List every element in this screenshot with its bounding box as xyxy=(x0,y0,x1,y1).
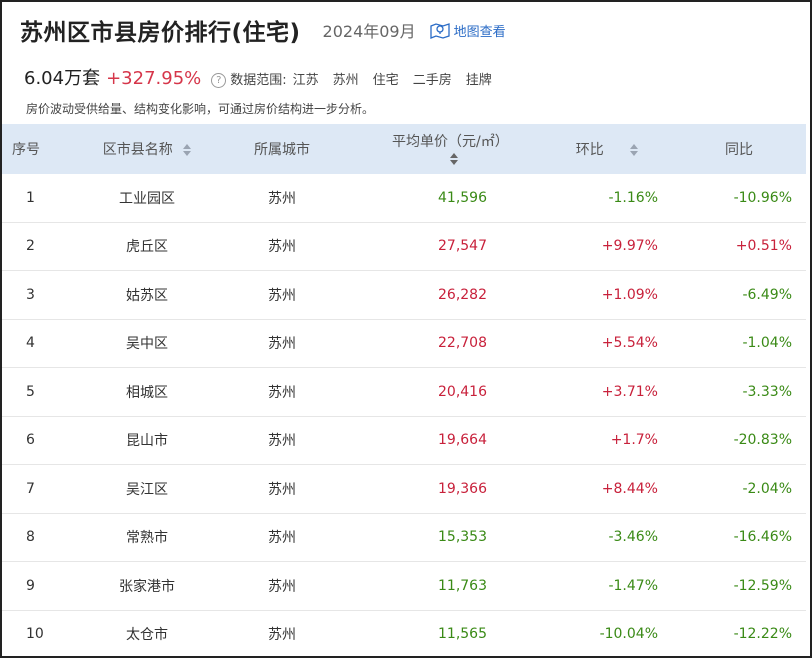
column-header-name[interactable]: 区市县名称 xyxy=(72,124,222,174)
cell-month-change: -1.47% xyxy=(542,561,672,611)
cell-average-price: 11,565 xyxy=(438,626,487,643)
cell-year-change: +0.51% xyxy=(672,222,806,271)
cell-district-name: 昆山市 xyxy=(72,416,222,465)
cell-index: 4 xyxy=(2,319,72,368)
cell-year-change: -3.33% xyxy=(672,367,806,417)
table-row[interactable]: 2 虎丘区 苏州 27,547 +9.97% +0.51% xyxy=(2,222,806,271)
map-pin-icon xyxy=(429,23,450,39)
cell-year-change: -6.49% xyxy=(672,270,806,320)
scope-item-city: 苏州 xyxy=(332,73,359,88)
cell-year-change: -1.04% xyxy=(672,319,806,368)
cell-month-change: +1.7% xyxy=(542,416,672,465)
cell-average-price: 15,353 xyxy=(342,513,542,562)
table-header-row: 序号 区市县名称 所属城市 平均单价（元/㎡） 环比 同比 xyxy=(2,124,806,174)
table-row[interactable]: 5 相城区 苏州 20,416 +3.71% -3.33% xyxy=(2,367,806,417)
cell-year-change: -16.46% xyxy=(672,513,806,562)
cell-year-change: -12.22% xyxy=(733,626,792,643)
cell-month-change: +1.09% xyxy=(542,270,672,320)
column-header-mom[interactable]: 环比 xyxy=(542,124,672,174)
cell-district-name: 姑苏区 xyxy=(72,270,222,320)
cell-year-change: -12.59% xyxy=(672,561,806,611)
cell-year-change: -2.04% xyxy=(672,464,806,514)
cell-city: 苏州 xyxy=(268,627,296,644)
cell-index: 3 xyxy=(2,270,72,320)
sort-icon[interactable] xyxy=(183,144,192,156)
table-row[interactable]: 7 吴江区 苏州 19,366 +8.44% -2.04% xyxy=(2,464,806,514)
cell-month-change: +9.97% xyxy=(542,222,672,271)
cell-month-change: -1.16% xyxy=(542,174,672,223)
cell-city: 苏州 xyxy=(222,464,342,514)
note-text: 房价波动受供给量、结构变化影响，可通过房价结构进一步分析。 xyxy=(26,102,375,116)
cell-month-change: -10.04% xyxy=(599,626,658,643)
table-row[interactable]: 1 工业园区 苏州 41,596 -1.16% -10.96% xyxy=(2,174,806,223)
cell-index: 6 xyxy=(2,416,72,465)
column-header-index: 序号 xyxy=(2,124,72,174)
cell-index: 9 xyxy=(2,561,72,611)
price-change: +327.95% xyxy=(106,68,202,89)
scope-item-market: 二手房 xyxy=(412,73,452,88)
cell-index: 2 xyxy=(2,222,72,271)
help-icon[interactable]: ? xyxy=(211,73,227,88)
cell-district-name: 虎丘区 xyxy=(72,222,222,271)
cell-district-name: 相城区 xyxy=(72,367,222,417)
cell-average-price: 41,596 xyxy=(342,174,542,223)
column-header-city: 所属城市 xyxy=(222,124,342,174)
table-row[interactable]: 9 张家港市 苏州 11,763 -1.47% -12.59% xyxy=(2,561,806,611)
cell-city: 苏州 xyxy=(222,222,342,271)
sort-icon[interactable] xyxy=(450,153,458,165)
cell-index: 5 xyxy=(2,367,72,417)
cell-average-price: 27,547 xyxy=(342,222,542,271)
scope-item-type: 住宅 xyxy=(372,73,399,88)
cell-month-change: +5.54% xyxy=(542,319,672,368)
cell-city: 苏州 xyxy=(222,513,342,562)
cell-city: 苏州 xyxy=(222,270,342,320)
cell-average-price: 26,282 xyxy=(342,270,542,320)
scope-item-source: 挂牌 xyxy=(465,73,492,88)
table-row[interactable]: 4 吴中区 苏州 22,708 +5.54% -1.04% xyxy=(2,319,806,368)
cell-year-change: -20.83% xyxy=(672,416,806,465)
cell-year-change: -10.96% xyxy=(672,174,806,223)
column-header-price[interactable]: 平均单价（元/㎡） xyxy=(342,124,542,174)
table-row[interactable]: 6 昆山市 苏州 19,664 +1.7% -20.83% xyxy=(2,416,806,465)
cell-month-change: -3.46% xyxy=(542,513,672,562)
page-title: 苏州区市县房价排行(住宅) xyxy=(20,20,301,46)
sort-icon[interactable] xyxy=(630,144,639,156)
cell-average-price: 22,708 xyxy=(342,319,542,368)
cell-district-name: 太仓市 xyxy=(126,627,168,644)
average-price: 6.04万套 xyxy=(24,68,101,89)
date-label: 2024年09月 xyxy=(322,22,416,41)
cell-city: 苏州 xyxy=(222,174,342,223)
scope-item-province: 江苏 xyxy=(292,73,319,88)
cell-district-name: 吴江区 xyxy=(72,464,222,514)
table-row[interactable]: 8 常熟市 苏州 15,353 -3.46% -16.46% xyxy=(2,513,806,562)
map-view-link[interactable]: 地图查看 xyxy=(429,21,506,40)
table-row[interactable]: 10 太仓市 苏州 11,565 -10.04% -12.22% xyxy=(2,610,806,658)
column-header-yoy: 同比 xyxy=(672,124,806,174)
cell-average-price: 11,763 xyxy=(342,561,542,611)
cell-city: 苏州 xyxy=(222,319,342,368)
ranking-table: 序号 区市县名称 所属城市 平均单价（元/㎡） 环比 同比 1 工业园区 苏州 41,… xyxy=(2,124,806,658)
cell-district-name: 张家港市 xyxy=(72,561,222,611)
table-row[interactable]: 3 姑苏区 苏州 26,282 +1.09% -6.49% xyxy=(2,270,806,320)
cell-index: 8 xyxy=(2,513,72,562)
cell-index: 1 xyxy=(2,174,72,223)
cell-city: 苏州 xyxy=(222,416,342,465)
scope-label: 数据范围: xyxy=(230,73,287,88)
cell-average-price: 19,366 xyxy=(342,464,542,514)
cell-index: 10 xyxy=(26,626,44,643)
cell-month-change: +8.44% xyxy=(542,464,672,514)
cell-index: 7 xyxy=(2,464,72,514)
cell-district-name: 常熟市 xyxy=(72,513,222,562)
cell-city: 苏州 xyxy=(222,561,342,611)
cell-district-name: 工业园区 xyxy=(72,174,222,223)
summary-line: 6.04万套 +327.95% ? 数据范围: 江苏 苏州 住宅 二手房 挂牌 xyxy=(24,64,492,90)
cell-average-price: 19,664 xyxy=(342,416,542,465)
header: 苏州区市县房价排行(住宅) 2024年09月 地图查看 xyxy=(20,12,506,48)
cell-month-change: +3.71% xyxy=(542,367,672,417)
map-view-label: 地图查看 xyxy=(453,24,506,40)
cell-district-name: 吴中区 xyxy=(72,319,222,368)
cell-city: 苏州 xyxy=(222,367,342,417)
cell-average-price: 20,416 xyxy=(342,367,542,417)
